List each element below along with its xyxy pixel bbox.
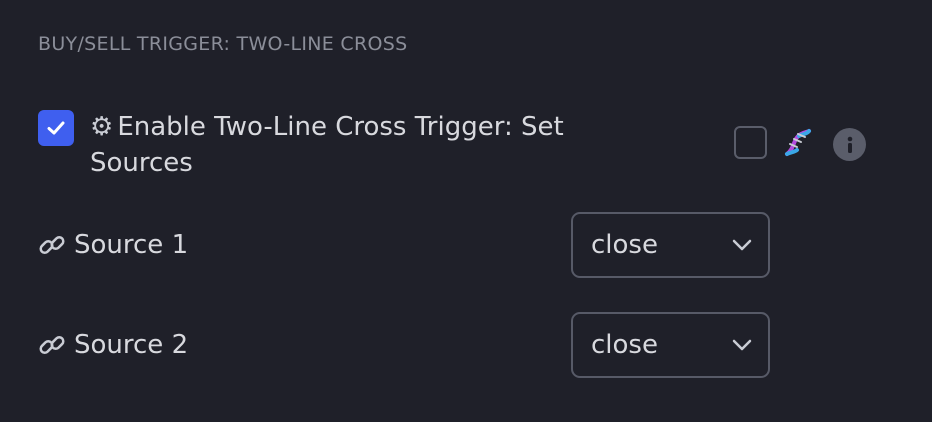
info-icon[interactable]	[833, 128, 866, 161]
link-icon	[39, 335, 65, 355]
dna-icon[interactable]	[781, 126, 815, 160]
source-1-text: Source 1	[74, 230, 189, 260]
source-2-text: Source 2	[74, 330, 189, 360]
source-1-value: close	[591, 230, 658, 260]
source-2-label: Source 2	[38, 327, 188, 363]
gear-icon: ⚙	[90, 112, 114, 142]
source-2-select[interactable]: close	[571, 312, 770, 378]
enable-trigger-label: ⚙ Enable Two-Line Cross Trigger: Set Sour…	[90, 109, 610, 181]
enable-trigger-text: Enable Two-Line Cross Trigger: Set Sourc…	[90, 112, 564, 178]
chevron-down-icon	[732, 239, 752, 251]
check-icon	[47, 121, 65, 135]
two-line-cross-panel: BUY/SELL TRIGGER: TWO-LINE CROSS ⚙ Enable…	[0, 0, 932, 422]
info-glyph	[847, 136, 852, 153]
source-1-label: Source 1	[38, 227, 188, 263]
source-2-value: close	[591, 330, 658, 360]
chevron-down-icon	[732, 339, 752, 351]
source-1-select[interactable]: close	[571, 212, 770, 278]
secondary-checkbox[interactable]	[734, 126, 767, 159]
section-title: BUY/SELL TRIGGER: TWO-LINE CROSS	[38, 33, 408, 55]
enable-trigger-checkbox[interactable]	[38, 110, 74, 146]
link-icon	[39, 235, 65, 255]
